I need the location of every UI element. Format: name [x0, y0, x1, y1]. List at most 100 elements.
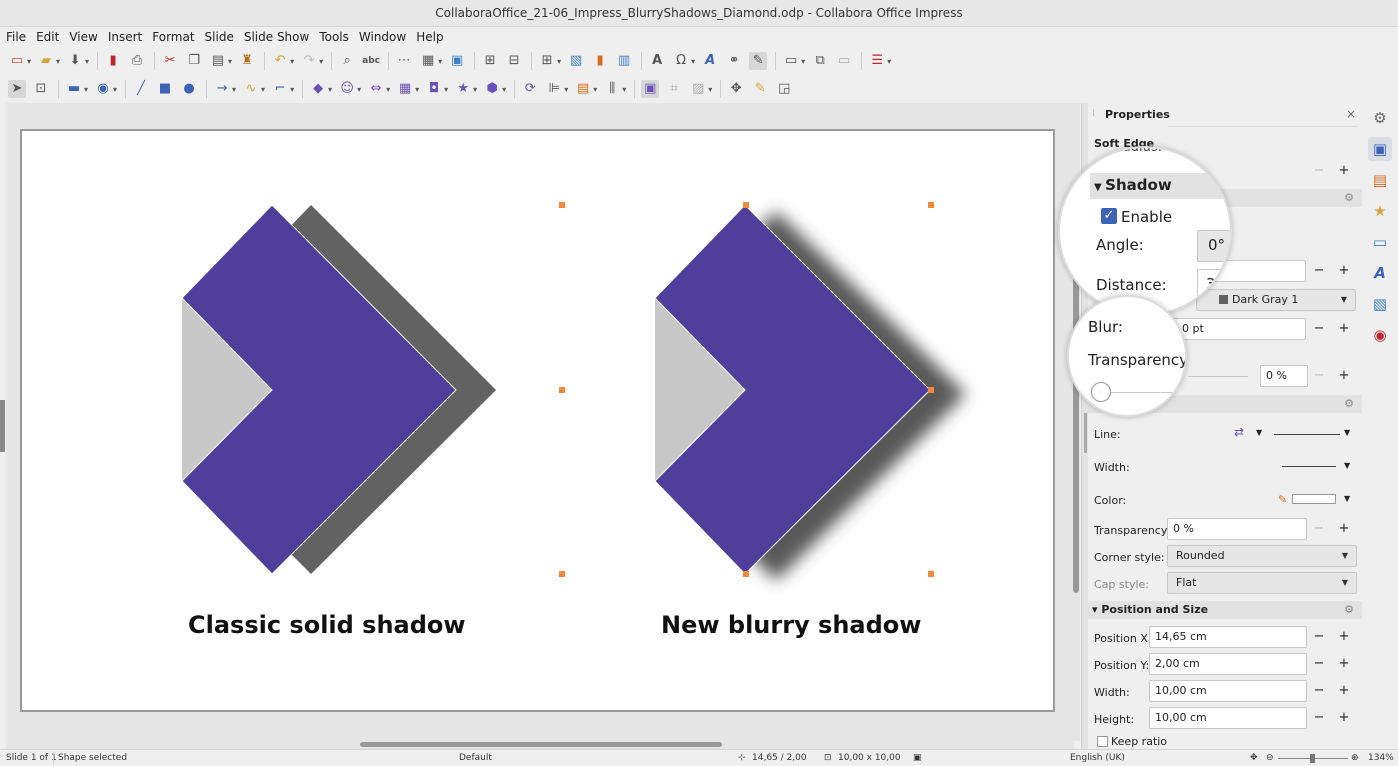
- expand-chevron-icon[interactable]: ▼: [1094, 182, 1105, 193]
- shadow-blur-field[interactable]: 0 pt: [1166, 318, 1306, 340]
- slide-transition-tab-icon[interactable]: ▤: [1368, 168, 1392, 192]
- show-draw-functions-icon[interactable]: ⧉: [811, 52, 829, 70]
- print-icon[interactable]: ⎙: [128, 52, 146, 70]
- 3d-object-icon[interactable]: ⬢: [483, 80, 501, 98]
- points-icon[interactable]: ✥: [727, 80, 745, 98]
- paste-dropdown-icon[interactable]: ▾: [228, 57, 232, 66]
- selection-handle[interactable]: [743, 571, 749, 577]
- status-language[interactable]: English (UK): [1070, 750, 1125, 766]
- arrow-line-icon[interactable]: →: [213, 80, 231, 98]
- line-transparency-decrease-button[interactable]: −: [1308, 518, 1330, 540]
- size-width-field[interactable]: 10,00 cm: [1149, 680, 1307, 702]
- callout-dropdown-icon[interactable]: ▾: [444, 85, 448, 94]
- rotate-icon[interactable]: ⟳: [521, 80, 539, 98]
- connector-dropdown-icon[interactable]: ▾: [290, 85, 294, 94]
- selection-handle[interactable]: [559, 202, 565, 208]
- distance-decrease-button[interactable]: −: [1308, 260, 1330, 282]
- menu-view[interactable]: View: [69, 30, 97, 44]
- document-modified-icon[interactable]: ▣: [913, 750, 922, 766]
- 3d-object-dropdown-icon[interactable]: ▾: [502, 85, 506, 94]
- display-views-icon[interactable]: ▦: [419, 52, 437, 70]
- properties-tab-icon[interactable]: ▣: [1368, 137, 1392, 161]
- slide-layout-dropdown-icon[interactable]: ▾: [801, 57, 805, 66]
- menu-tools[interactable]: Tools: [319, 30, 349, 44]
- horizontal-scroll-thumb[interactable]: [360, 742, 722, 747]
- menu-window[interactable]: Window: [359, 30, 406, 44]
- arrow-shapes-icon[interactable]: ⇔: [367, 80, 385, 98]
- styles-tab-icon[interactable]: A: [1368, 261, 1392, 285]
- duplicate-slide-icon[interactable]: ⊟: [505, 52, 523, 70]
- export-pdf-icon[interactable]: ▮: [104, 52, 122, 70]
- size-height-field[interactable]: 10,00 cm: [1149, 707, 1307, 729]
- line-transparency-increase-button[interactable]: +: [1333, 518, 1355, 540]
- ellipse-icon[interactable]: ●: [180, 80, 198, 98]
- open-dropdown-icon[interactable]: ▾: [56, 57, 60, 66]
- redo-icon[interactable]: ↷: [300, 52, 318, 70]
- shadow-distance-input[interactable]: 30: [1197, 269, 1230, 301]
- redo-dropdown-icon[interactable]: ▾: [319, 57, 323, 66]
- chevron-down-icon[interactable]: ▼: [1256, 428, 1262, 437]
- sidebar-toggle-icon[interactable]: ☰: [868, 52, 886, 70]
- position-size-section-header[interactable]: ▾ Position and Size ⚙: [1088, 601, 1362, 619]
- curve-dropdown-icon[interactable]: ▾: [261, 85, 265, 94]
- height-increase-button[interactable]: +: [1333, 707, 1355, 729]
- textbox-icon[interactable]: A: [648, 52, 666, 70]
- special-character-icon[interactable]: Ω: [672, 52, 690, 70]
- paste-icon[interactable]: ▤: [209, 52, 227, 70]
- grip-icon[interactable]: ⁞: [1092, 108, 1095, 119]
- line-transparency-field[interactable]: 0 %: [1167, 518, 1307, 540]
- chevron-down-icon[interactable]: ▼: [1344, 428, 1350, 437]
- position-x-field[interactable]: 14,65 cm: [1149, 626, 1307, 648]
- sidebar-settings-icon[interactable]: ⚙: [1368, 106, 1392, 130]
- curve-icon[interactable]: ∿: [242, 80, 260, 98]
- selection-handle[interactable]: [743, 202, 749, 208]
- vertical-scroll-thumb[interactable]: [1073, 253, 1079, 593]
- soft-edge-decrease-button[interactable]: −: [1308, 160, 1330, 182]
- slide-pane-toggle[interactable]: [0, 400, 5, 452]
- line-width-sample[interactable]: [1282, 466, 1336, 467]
- sidebar-toggle-dropdown-icon[interactable]: ▾: [887, 57, 891, 66]
- crop-icon[interactable]: ⌗: [665, 80, 683, 98]
- undo-dropdown-icon[interactable]: ▾: [290, 57, 294, 66]
- table-icon[interactable]: ⊞: [538, 52, 556, 70]
- clone-formatting-icon[interactable]: ♜: [238, 52, 256, 70]
- flowchart-dropdown-icon[interactable]: ▾: [415, 85, 419, 94]
- menu-help[interactable]: Help: [416, 30, 443, 44]
- shadow-icon[interactable]: ▣: [641, 80, 660, 98]
- more-options-icon[interactable]: ⚙: [1344, 601, 1354, 619]
- slider-track[interactable]: [1105, 392, 1185, 393]
- transparency-slider-knob[interactable]: [1091, 382, 1111, 402]
- track-changes-icon[interactable]: ✎: [749, 52, 768, 70]
- menu-slide[interactable]: Slide: [205, 30, 234, 44]
- toggle-extrusion-icon[interactable]: ◲: [775, 80, 793, 98]
- arrange-icon[interactable]: ▤: [574, 80, 592, 98]
- height-decrease-button[interactable]: −: [1308, 707, 1330, 729]
- copy-icon[interactable]: ❐: [185, 52, 203, 70]
- media-icon[interactable]: ▮: [591, 52, 609, 70]
- distribute-dropdown-icon[interactable]: ▾: [622, 85, 626, 94]
- soft-edge-increase-button[interactable]: +: [1333, 160, 1355, 182]
- connector-icon[interactable]: ⌐: [271, 80, 289, 98]
- find-replace-icon[interactable]: ⌕: [338, 52, 356, 70]
- line-style-sample[interactable]: [1274, 434, 1340, 435]
- zoom-pan-icon[interactable]: ⊡: [32, 80, 50, 98]
- save-icon[interactable]: ⬇: [66, 52, 84, 70]
- menu-format[interactable]: Format: [152, 30, 194, 44]
- glue-points-icon[interactable]: ✎: [751, 80, 769, 98]
- selection-handle[interactable]: [928, 387, 934, 393]
- distance-increase-button[interactable]: +: [1333, 260, 1355, 282]
- fontwork-icon[interactable]: A: [701, 52, 719, 70]
- caption-blurry-shadow[interactable]: New blurry shadow: [661, 611, 921, 639]
- cap-style-dropdown[interactable]: Flat ▼: [1167, 572, 1357, 594]
- zoom-slider-knob[interactable]: [1310, 754, 1315, 763]
- navigator-tab-icon[interactable]: ◉: [1368, 323, 1392, 347]
- shadow-enable-checkbox[interactable]: ✓: [1101, 208, 1117, 224]
- line-color-dropdown-icon[interactable]: ▾: [84, 85, 88, 94]
- new-slide-icon[interactable]: ⊞: [481, 52, 499, 70]
- more-options-icon[interactable]: ⚙: [1344, 189, 1354, 207]
- display-views-dropdown-icon[interactable]: ▾: [438, 57, 442, 66]
- image-icon[interactable]: ▧: [567, 52, 585, 70]
- arrange-dropdown-icon[interactable]: ▾: [593, 85, 597, 94]
- arrow-shapes-dropdown-icon[interactable]: ▾: [386, 85, 390, 94]
- line-color-icon[interactable]: ✎: [1278, 493, 1287, 506]
